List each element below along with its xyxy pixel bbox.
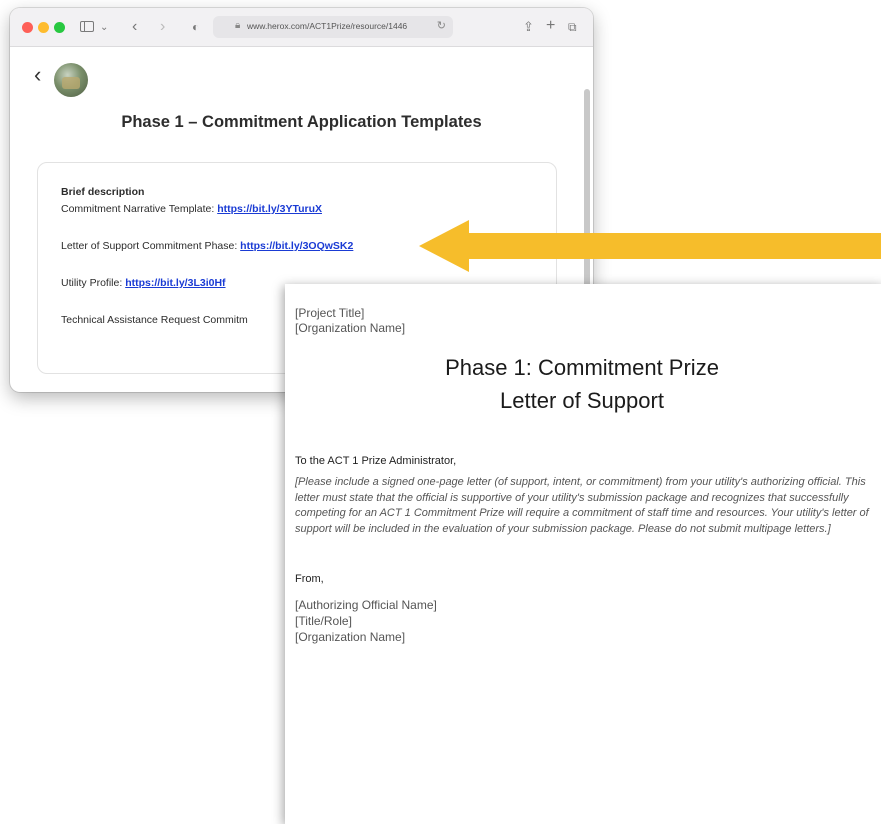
letter-heading: Phase 1: Commitment Prize bbox=[445, 355, 719, 380]
page-title: Phase 1 – Commitment Application Templat… bbox=[121, 113, 482, 131]
organization-name-placeholder: [Organization Name] bbox=[295, 321, 406, 335]
project-title-placeholder: [Project Title] bbox=[295, 306, 365, 320]
back-chevron-icon[interactable]: ‹ bbox=[34, 63, 41, 87]
list-item: Utility Profile: https://bit.ly/3L3i0Hf bbox=[61, 277, 226, 289]
narrative-template-link[interactable]: https://bit.ly/3YTuruX bbox=[217, 203, 322, 215]
organization-name-placeholder: [Organization Name] bbox=[295, 630, 406, 644]
forward-icon[interactable]: › bbox=[160, 17, 165, 37]
letter-body: [Please include a signed one-page letter… bbox=[295, 476, 869, 535]
privacy-shield-icon[interactable]: ◐ bbox=[192, 17, 199, 37]
chevron-down-icon[interactable]: ⌄ bbox=[100, 18, 108, 38]
minimize-window-button[interactable] bbox=[38, 22, 49, 33]
reload-icon[interactable]: ↻ bbox=[437, 19, 446, 32]
letter-document: [Project Title] [Organization Name] Phas… bbox=[285, 284, 881, 824]
address-url: www.herox.com/ACT1Prize/resource/1446 bbox=[247, 21, 408, 31]
salutation: To the ACT 1 Prize Administrator, bbox=[295, 455, 457, 467]
title-role-placeholder: [Title/Role] bbox=[295, 614, 352, 628]
lock-icon: 🔒︎ bbox=[235, 20, 241, 31]
from-label: From, bbox=[295, 573, 324, 585]
list-item: Technical Assistance Request Commitm bbox=[61, 314, 248, 326]
brief-description-label: Brief description bbox=[61, 186, 145, 198]
address-bar[interactable]: 🔒︎ www.herox.com/ACT1Prize/resource/1446… bbox=[213, 16, 453, 38]
close-window-button[interactable] bbox=[22, 22, 33, 33]
official-name-placeholder: [Authorizing Official Name] bbox=[295, 598, 437, 612]
sidebar-toggle-icon[interactable] bbox=[80, 21, 94, 32]
zoom-window-button[interactable] bbox=[54, 22, 65, 33]
share-icon[interactable]: ⇪ bbox=[523, 17, 534, 37]
letter-of-support-link[interactable]: https://bit.ly/3OQwSK2 bbox=[240, 240, 353, 252]
list-item: Letter of Support Commitment Phase: http… bbox=[61, 240, 354, 252]
utility-profile-link[interactable]: https://bit.ly/3L3i0Hf bbox=[125, 277, 225, 289]
list-item: Commitment Narrative Template: https://b… bbox=[61, 203, 322, 215]
letter-subheading: Letter of Support bbox=[500, 388, 664, 413]
avatar[interactable] bbox=[54, 63, 88, 97]
tab-overview-icon[interactable]: ⧉ bbox=[568, 17, 577, 37]
new-tab-icon[interactable]: + bbox=[546, 16, 555, 36]
browser-toolbar: ⌄ ‹ › ◐ 🔒︎ www.herox.com/ACT1Prize/resou… bbox=[10, 8, 593, 47]
pointer-arrow-icon bbox=[419, 220, 881, 272]
back-icon[interactable]: ‹ bbox=[132, 17, 137, 37]
